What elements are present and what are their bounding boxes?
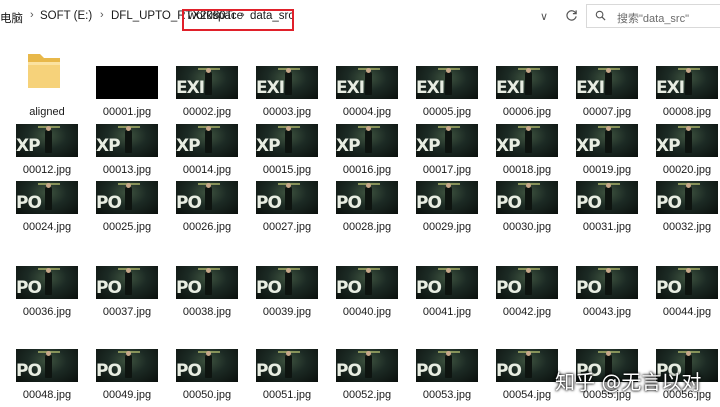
- image-thumbnail: EXI: [256, 66, 318, 99]
- image-thumbnail: PO: [176, 349, 238, 382]
- image-thumbnail: [96, 66, 158, 99]
- image-thumbnail: EXI: [576, 66, 638, 99]
- image-thumbnail: PO: [416, 349, 478, 382]
- image-thumbnail: XP: [16, 124, 78, 157]
- image-thumbnail: EXI: [176, 66, 238, 99]
- image-thumbnail: PO: [496, 181, 558, 214]
- image-thumbnail: PO: [256, 266, 318, 299]
- image-thumbnail: PO: [96, 266, 158, 299]
- image-thumbnail: XP: [576, 124, 638, 157]
- image-thumbnail: PO: [96, 181, 158, 214]
- image-thumbnail: PO: [16, 181, 78, 214]
- image-thumbnail: PO: [256, 181, 318, 214]
- image-thumbnail: PO: [16, 349, 78, 382]
- image-thumbnail: PO: [16, 266, 78, 299]
- image-thumbnail: EXI: [656, 66, 718, 99]
- image-thumbnail: PO: [656, 181, 718, 214]
- image-thumbnail: PO: [336, 266, 398, 299]
- file-label: 00032.jpg: [662, 221, 712, 233]
- image-thumbnail: PO: [576, 181, 638, 214]
- image-thumbnail: PO: [256, 349, 318, 382]
- image-thumbnail: XP: [656, 124, 718, 157]
- image-thumbnail: PO: [656, 266, 718, 299]
- image-thumbnail: PO: [416, 181, 478, 214]
- image-thumbnail: XP: [96, 124, 158, 157]
- image-thumbnail: XP: [256, 124, 318, 157]
- image-thumbnail: PO: [96, 349, 158, 382]
- image-thumbnail: XP: [176, 124, 238, 157]
- image-thumbnail: PO: [176, 266, 238, 299]
- file-label: 00020.jpg: [662, 164, 712, 176]
- file-grid: aligned 00001.jpg EXI 00002.jpg EXI 00003.jp…: [0, 0, 720, 407]
- file-label: 00008.jpg: [662, 106, 712, 118]
- file-label: 00044.jpg: [662, 306, 712, 318]
- image-thumbnail: PO: [336, 349, 398, 382]
- image-thumbnail: XP: [336, 124, 398, 157]
- folder-icon: [28, 54, 60, 88]
- image-thumbnail: PO: [496, 349, 558, 382]
- watermark: 知乎 @无言以对: [555, 370, 702, 394]
- image-thumbnail: XP: [496, 124, 558, 157]
- image-thumbnail: PO: [496, 266, 558, 299]
- image-thumbnail: PO: [416, 266, 478, 299]
- image-thumbnail: XP: [416, 124, 478, 157]
- image-thumbnail: EXI: [496, 66, 558, 99]
- image-thumbnail: PO: [176, 181, 238, 214]
- image-thumbnail: PO: [576, 266, 638, 299]
- image-thumbnail: PO: [336, 181, 398, 214]
- image-thumbnail: EXI: [336, 66, 398, 99]
- image-thumbnail: EXI: [416, 66, 478, 99]
